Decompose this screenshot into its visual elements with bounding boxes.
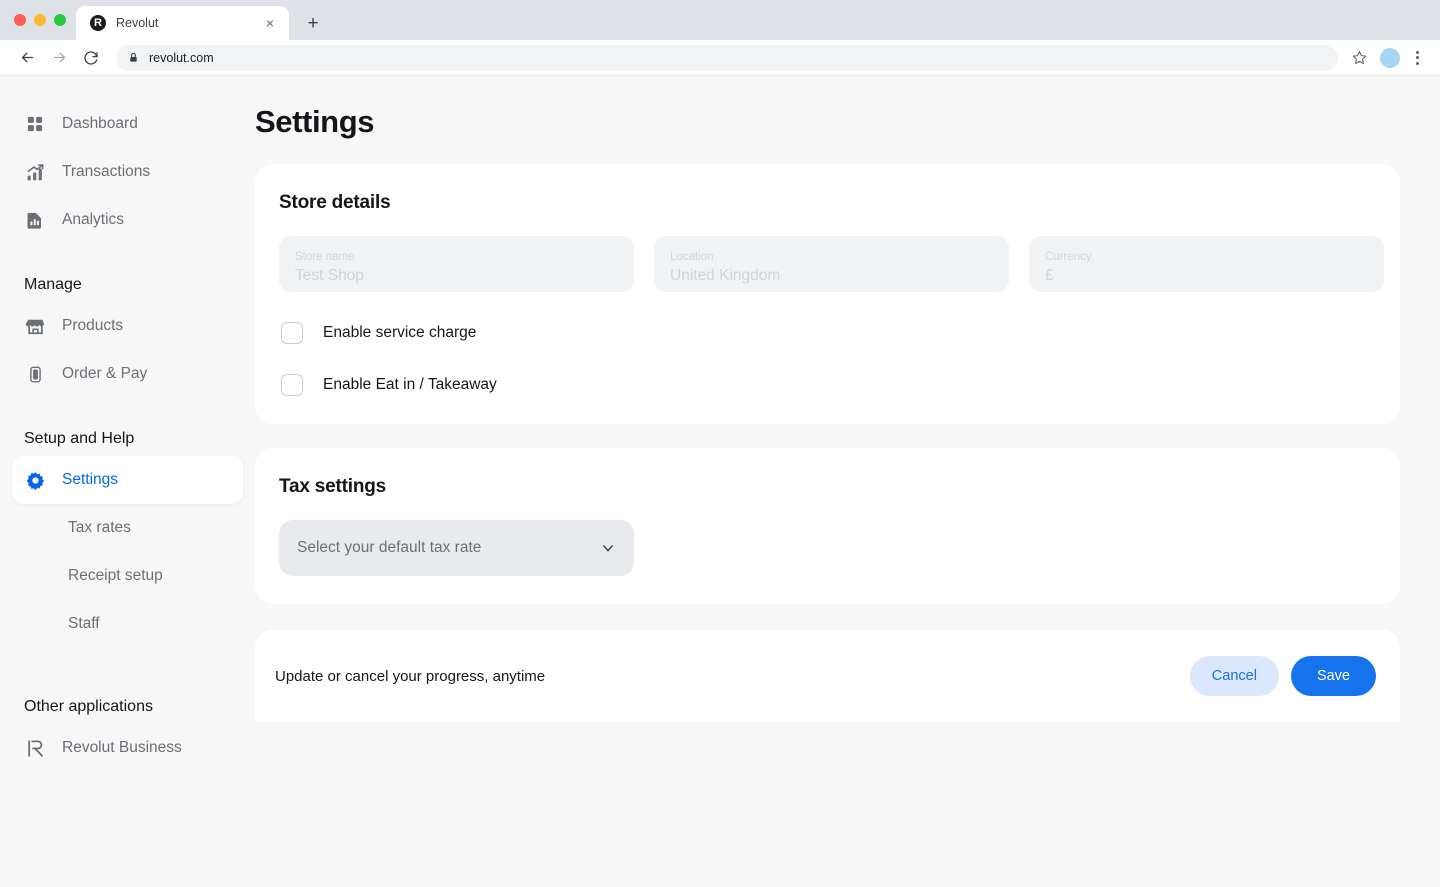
lock-icon xyxy=(130,52,137,62)
url-text: revolut.com xyxy=(149,50,214,65)
sidebar-item-label: Revolut Business xyxy=(62,739,182,756)
store-icon xyxy=(24,315,46,337)
cancel-button[interactable]: Cancel xyxy=(1189,656,1279,696)
mobile-icon xyxy=(24,363,46,385)
chevron-down-icon xyxy=(600,540,616,556)
action-bar-text: Update or cancel your progress, anytime xyxy=(275,667,546,685)
sidebar-item-order-and-pay[interactable]: Order & Pay xyxy=(12,350,243,398)
browser-window: R Revolut × + revolut.com Dashboard Tran… xyxy=(0,0,1440,887)
sidebar: Dashboard Transactions Analytics Manage xyxy=(0,76,255,887)
window-controls xyxy=(12,0,76,40)
currency-label: Currency xyxy=(1045,251,1092,264)
enable-eat-in-takeaway-checkbox[interactable] xyxy=(281,374,303,396)
enable-service-charge-label: Enable service charge xyxy=(323,324,477,341)
tab-strip: R Revolut × + xyxy=(0,0,1440,40)
app-root: Dashboard Transactions Analytics Manage xyxy=(0,76,1440,887)
tax-settings-card: Tax settings Select your default tax rat… xyxy=(255,448,1400,604)
browser-menu-icon[interactable] xyxy=(1406,50,1428,65)
reload-icon[interactable] xyxy=(76,43,106,73)
gear-icon xyxy=(24,469,46,491)
default-tax-rate-select[interactable]: Select your default tax rate xyxy=(279,520,634,576)
browser-tab[interactable]: R Revolut × xyxy=(76,6,289,40)
enable-service-charge-checkbox[interactable] xyxy=(281,322,303,344)
sidebar-item-label: Transactions xyxy=(62,163,151,180)
sidebar-item-receipt-setup[interactable]: Receipt setup xyxy=(12,552,243,600)
revolut-favicon-icon: R xyxy=(90,15,106,31)
sidebar-item-label: Dashboard xyxy=(62,115,138,132)
new-tab-icon[interactable]: + xyxy=(299,9,327,37)
save-button[interactable]: Save xyxy=(1290,656,1376,696)
sidebar-item-revolut-business[interactable]: Revolut Business xyxy=(12,724,243,772)
browser-toolbar: revolut.com xyxy=(0,40,1440,76)
tab-title: Revolut xyxy=(116,16,159,30)
sidebar-item-label: Analytics xyxy=(62,211,125,228)
sidebar-item-dashboard[interactable]: Dashboard xyxy=(12,100,243,148)
grid-icon xyxy=(24,113,46,135)
main-content: Settings Store details Store name Test S… xyxy=(255,76,1440,887)
forward-icon[interactable] xyxy=(44,43,74,73)
sidebar-item-label: Products xyxy=(62,317,124,334)
action-bar: Update or cancel your progress, anytime … xyxy=(255,630,1400,722)
sidebar-item-label: Settings xyxy=(62,471,119,488)
sidebar-item-products[interactable]: Products xyxy=(12,302,243,350)
sidebar-item-settings[interactable]: Settings xyxy=(12,456,243,504)
sidebar-item-tax-rates[interactable]: Tax rates xyxy=(12,504,243,552)
minimize-window-button[interactable] xyxy=(34,14,46,26)
currency-value: £ xyxy=(1045,266,1054,284)
store-name-value: Test Shop xyxy=(295,266,364,284)
sidebar-item-staff[interactable]: Staff xyxy=(12,600,243,648)
default-tax-rate-value: Select your default tax rate xyxy=(297,539,482,556)
sidebar-item-analytics[interactable]: Analytics xyxy=(12,196,243,244)
location-field[interactable]: Location United Kingdom xyxy=(654,236,1009,292)
location-label: Location xyxy=(670,251,714,264)
maximize-window-button[interactable] xyxy=(54,14,66,26)
store-details-card: Store details Store name Test Shop Locat… xyxy=(255,164,1400,424)
enable-service-charge-row[interactable]: Enable service charge xyxy=(279,322,1376,344)
sidebar-group-setup-and-help: Setup and Help xyxy=(24,430,135,447)
sidebar-group-manage: Manage xyxy=(24,276,82,293)
currency-field[interactable]: Currency £ xyxy=(1029,236,1384,292)
store-details-fields: Store name Test Shop Location United Kin… xyxy=(279,236,1384,292)
bookmark-star-icon[interactable] xyxy=(1348,47,1370,69)
sidebar-item-label: Order & Pay xyxy=(62,365,148,382)
close-window-button[interactable] xyxy=(14,14,26,26)
tax-settings-title: Tax settings xyxy=(279,476,387,497)
document-chart-icon xyxy=(24,209,46,231)
close-icon[interactable]: × xyxy=(261,14,279,32)
enable-eat-in-takeaway-row[interactable]: Enable Eat in / Takeaway xyxy=(279,374,1376,396)
sidebar-group-other-applications: Other applications xyxy=(24,698,153,715)
enable-eat-in-takeaway-label: Enable Eat in / Takeaway xyxy=(323,376,497,393)
sidebar-item-transactions[interactable]: Transactions xyxy=(12,148,243,196)
sidebar-item-label: Staff xyxy=(68,615,100,632)
sidebar-item-label: Tax rates xyxy=(68,519,131,536)
store-name-field[interactable]: Store name Test Shop xyxy=(279,236,634,292)
profile-avatar[interactable] xyxy=(1380,47,1400,68)
store-name-label: Store name xyxy=(295,251,355,264)
page-title: Settings xyxy=(255,104,375,139)
address-bar[interactable]: revolut.com xyxy=(116,44,1338,71)
location-value: United Kingdom xyxy=(670,266,781,284)
back-icon[interactable] xyxy=(12,43,42,73)
bar-chart-arrow-icon xyxy=(24,161,46,183)
sidebar-item-label: Receipt setup xyxy=(68,567,163,584)
revolut-r-icon xyxy=(24,737,46,759)
store-details-title: Store details xyxy=(279,192,391,213)
